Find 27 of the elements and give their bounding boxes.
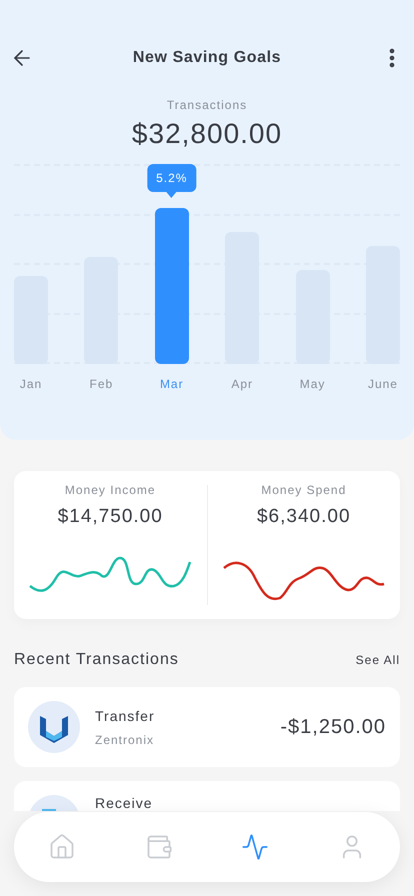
stat-amount: $6,340.00 bbox=[256, 506, 351, 528]
value-tooltip: 5.2% bbox=[147, 164, 196, 198]
month-label[interactable]: Mar bbox=[154, 377, 189, 391]
pulse-icon[interactable] bbox=[241, 833, 270, 861]
stat-label: Money Income bbox=[64, 483, 156, 497]
month-label[interactable]: Jan bbox=[14, 377, 48, 391]
month-label[interactable]: Feb bbox=[84, 377, 118, 391]
summary-amount: $32,800.00 bbox=[130, 118, 284, 150]
stat-label: Money Spend bbox=[261, 483, 346, 497]
transaction-card[interactable]: Receive bbox=[14, 781, 400, 811]
transaction-merchant: Zentronix bbox=[95, 732, 156, 746]
chart-bar[interactable] bbox=[154, 208, 189, 364]
section-title: Recent Transactions bbox=[14, 651, 179, 669]
month-label[interactable]: May bbox=[296, 377, 330, 391]
summary-label: Transactions bbox=[166, 98, 248, 112]
home-icon[interactable] bbox=[48, 833, 76, 861]
transaction-card[interactable]: Transfer Zentronix -$1,250.00 bbox=[14, 687, 400, 767]
transaction-amount: -$1,250.00 bbox=[280, 716, 386, 738]
transaction-title: Transfer bbox=[95, 708, 156, 724]
stat-amount: $14,750.00 bbox=[58, 506, 163, 528]
month-label[interactable]: Apr bbox=[225, 377, 260, 391]
company-logo-icon bbox=[28, 701, 80, 753]
wallet-icon[interactable] bbox=[144, 833, 173, 861]
transaction-title: Receive bbox=[95, 795, 154, 811]
month-label[interactable]: June bbox=[366, 377, 400, 391]
page-title: New Saving Goals bbox=[132, 49, 282, 67]
see-all-link[interactable]: See All bbox=[356, 653, 400, 667]
